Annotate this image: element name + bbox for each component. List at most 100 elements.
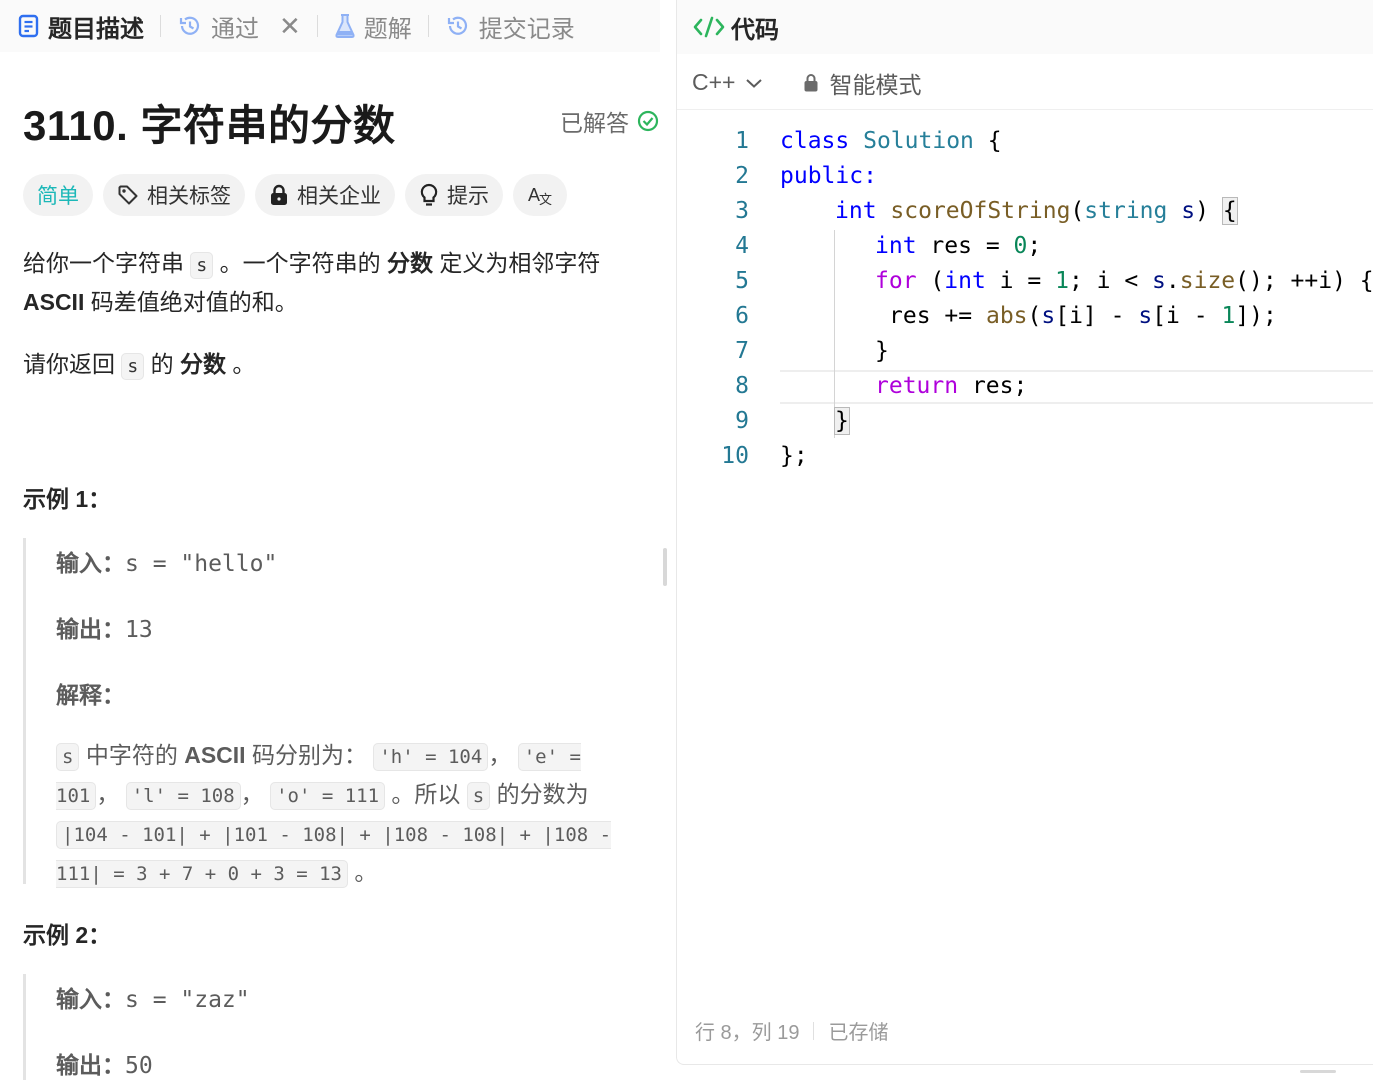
code-line: int scoreOfString(string s) { (835, 197, 1238, 225)
lock-icon (269, 184, 289, 206)
inline-code: 'o' = 111 (270, 782, 386, 810)
tab-description[interactable]: 题目描述 (18, 0, 144, 52)
line-number: 3 (735, 198, 749, 224)
example-1-explanation: s 中字符的 ASCII 码分别为： 'h' = 104， 'e' = 101，… (56, 737, 631, 893)
inline-code: s (121, 353, 145, 380)
punctuation: }; (780, 443, 808, 469)
inline-code: |104 - 101| + |101 - 108| + |108 - 108| … (56, 821, 612, 888)
function-name: size (1179, 268, 1236, 294)
operator: += (944, 303, 973, 329)
code-text: (); ++i) { (1235, 268, 1373, 294)
function-name: scoreOfString (890, 198, 1071, 224)
explain-text: 中字符的 (85, 742, 178, 768)
desc-bold: ASCII (23, 289, 85, 315)
translate-button[interactable]: A文 (513, 174, 567, 216)
keyword: int (944, 268, 986, 294)
variable: res (930, 233, 972, 259)
close-icon[interactable]: ✕ (279, 11, 301, 42)
code-text: res; (971, 373, 1028, 399)
bracket-match: } (834, 407, 850, 435)
tab-accepted[interactable]: 通过 ✕ (177, 0, 301, 52)
explain-text: 。所以 (391, 781, 461, 807)
language-select[interactable]: C++ (692, 69, 763, 96)
editor-toolbar: C++ 智能模式 (677, 56, 1373, 110)
code-icon (693, 15, 725, 39)
inline-code: s (56, 743, 80, 771)
example-2-output: 输出：50 (56, 1046, 153, 1080)
svg-text:文: 文 (539, 192, 552, 207)
editor-status-bar: 行 8，列 19 已存储 (695, 1016, 888, 1045)
related-tags-button[interactable]: 相关标签 (103, 174, 245, 216)
history-icon (445, 13, 471, 39)
difficulty-badge: 简单 (23, 174, 93, 216)
line-number: 9 (735, 408, 749, 434)
code-editor[interactable]: 1 2 3 4 5 6 7 8 9 10 class Solution { pu… (677, 122, 1373, 482)
code-line: public: (780, 163, 877, 189)
history-icon (177, 13, 203, 39)
related-companies-button[interactable]: 相关企业 (255, 174, 395, 216)
line-number: 1 (735, 128, 749, 154)
code-panel-title: 代码 (731, 16, 779, 44)
punctuation: ( (930, 268, 945, 294)
example-1-output: 输出：13 (56, 610, 153, 644)
translate-icon: A文 (527, 183, 553, 207)
tab-submissions[interactable]: 提交记录 (445, 0, 575, 52)
keyword: return (875, 373, 959, 399)
flask-icon (334, 13, 356, 39)
lock-icon (803, 73, 819, 93)
keyword: public: (780, 163, 877, 189)
keyword: int (835, 198, 877, 224)
explain-bold: ASCII (184, 742, 246, 768)
explain-label: 解释： (56, 682, 125, 708)
explain-text: ， (240, 781, 264, 807)
output-value: 13 (125, 617, 153, 643)
desc-text: 。 (232, 351, 256, 377)
code-line: res += abs(s[i] - s[i - 1]); (889, 303, 1277, 329)
current-line-highlight (780, 370, 1373, 404)
desc-text: 定义为相邻字符 (439, 250, 601, 276)
number: 0 (1013, 233, 1028, 259)
example-1-explain-label: 解释： (56, 676, 125, 710)
panel-resize-handle[interactable] (663, 548, 667, 586)
bottom-resize-handle[interactable] (1300, 1070, 1336, 1073)
code-panel-header: 代码 (677, 0, 1373, 54)
smart-mode-toggle[interactable]: 智能模式 (803, 66, 921, 100)
variable: s (1152, 268, 1166, 294)
problem-tabs: 题目描述 通过 ✕ 题解 提交记录 (0, 0, 660, 52)
line-number: 6 (735, 303, 749, 329)
explain-text: 。 (354, 859, 378, 885)
related-companies-label: 相关企业 (297, 185, 381, 208)
lightbulb-icon (419, 183, 439, 207)
tab-description-label: 题目描述 (48, 15, 144, 43)
tab-accepted-label: 通过 (211, 15, 259, 43)
punctuation: ( (1070, 198, 1085, 224)
related-tags-label: 相关标签 (147, 185, 231, 208)
function-name: abs (985, 303, 1028, 329)
check-circle-icon (637, 110, 659, 132)
line-number: 8 (735, 373, 749, 399)
description-paragraph-2: 请你返回 s 的 分数 。 (23, 346, 255, 385)
code-text: i = (999, 268, 1042, 294)
hint-button[interactable]: 提示 (405, 174, 503, 216)
inline-code: s (190, 252, 214, 279)
desc-text: 请你返回 (23, 351, 115, 377)
hint-label: 提示 (447, 185, 489, 208)
code-line: }; (780, 443, 808, 469)
tab-solutions[interactable]: 题解 (334, 0, 412, 52)
tab-submissions-label: 提交记录 (478, 15, 575, 43)
difficulty-label: 简单 (37, 185, 79, 208)
code-line: for (int i = 1; i < s.size(); ++i) { (875, 268, 1373, 294)
example-1-input: 输入：s = "hello" (56, 544, 277, 578)
punctuation: } (875, 338, 889, 364)
example-2-title: 示例 2： (23, 922, 112, 948)
inline-code: s (466, 782, 491, 810)
desc-text: 给你一个字符串 (23, 250, 184, 276)
problem-tags: 简单 相关标签 相关企业 提示 A文 (23, 174, 567, 216)
explain-text: ， (488, 742, 512, 768)
bracket-match: { (1221, 197, 1238, 225)
explain-text: ， (96, 781, 120, 807)
input-value: s = "hello" (125, 551, 278, 577)
solved-status: 已解答 (560, 104, 659, 138)
punctuation: ) (1195, 198, 1209, 224)
description-paragraph-1: 给你一个字符串 s 。一个字符串的 分数 定义为相邻字符 ASCII 码差值绝对… (23, 245, 600, 320)
